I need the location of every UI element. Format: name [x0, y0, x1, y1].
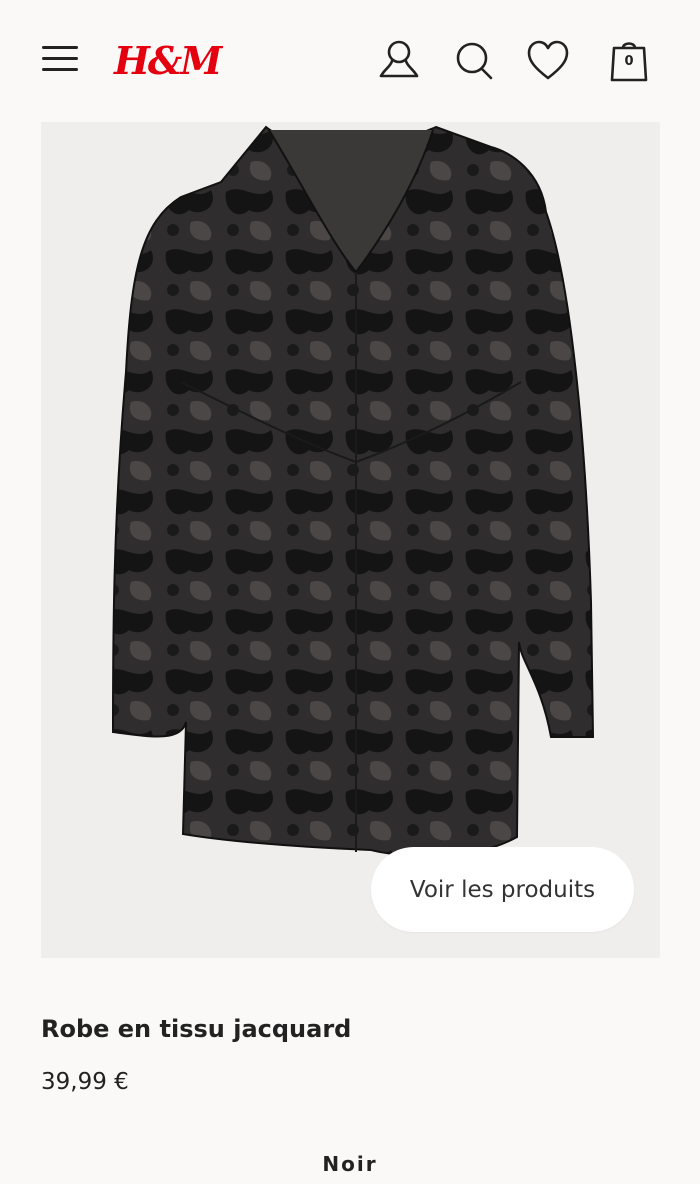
hm-logo[interactable]: H&M: [114, 38, 222, 83]
product-image[interactable]: Voir les produits: [41, 122, 660, 958]
favorites-button[interactable]: [525, 38, 571, 84]
shopping-bag-button[interactable]: 0: [606, 38, 652, 84]
heart-icon: [527, 40, 569, 80]
color-name: Noir: [322, 1152, 378, 1176]
header: H&M 0: [0, 0, 700, 122]
product-title[interactable]: Robe en tissu jacquard: [41, 1015, 351, 1043]
shop-the-look-button[interactable]: Voir les produits: [371, 847, 634, 932]
bag-count: 0: [624, 54, 634, 69]
account-button[interactable]: [376, 38, 422, 84]
menu-button[interactable]: [42, 46, 80, 76]
search-icon: [456, 42, 493, 80]
product-price: 39,99 €: [41, 1069, 129, 1095]
user-icon: [379, 40, 419, 78]
menu-icon: [42, 46, 78, 49]
dress-image: [41, 122, 660, 958]
search-button[interactable]: [451, 38, 497, 84]
